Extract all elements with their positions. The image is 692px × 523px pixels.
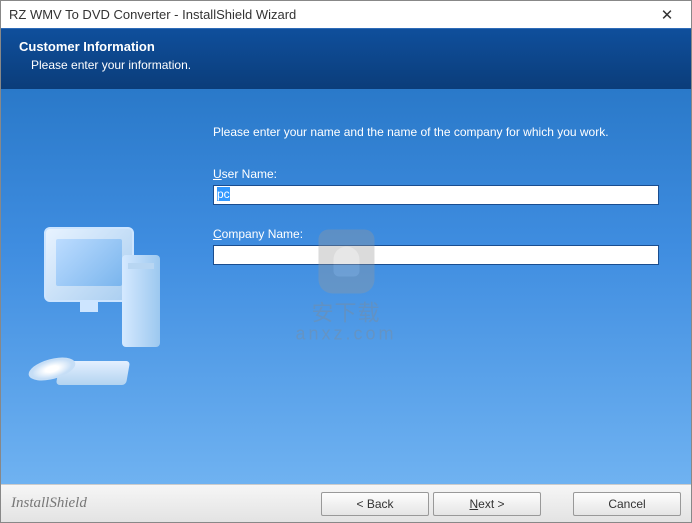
user-name-input[interactable]: pc — [213, 185, 659, 205]
wizard-footer: InstallShield < Back Next > Cancel — [1, 484, 691, 522]
titlebar: RZ WMV To DVD Converter - InstallShield … — [1, 1, 691, 29]
back-button[interactable]: < Back — [321, 492, 429, 516]
footer-brand: InstallShield — [11, 495, 87, 512]
close-button[interactable]: ✕ — [649, 4, 685, 26]
header-title: Customer Information — [19, 39, 673, 54]
sidebar — [1, 89, 191, 484]
close-icon: ✕ — [661, 6, 674, 24]
window-title: RZ WMV To DVD Converter - InstallShield … — [9, 7, 296, 22]
next-button[interactable]: Next > — [433, 492, 541, 516]
company-name-label: Company Name: — [213, 227, 659, 241]
cancel-button[interactable]: Cancel — [573, 492, 681, 516]
computer-illustration-icon — [26, 227, 166, 387]
user-name-label: User Name: — [213, 167, 659, 181]
wizard-body: Please enter your name and the name of t… — [1, 89, 691, 484]
wizard-header: Customer Information Please enter your i… — [1, 29, 691, 89]
header-subtitle: Please enter your information. — [31, 58, 673, 72]
instruction-text: Please enter your name and the name of t… — [213, 125, 659, 139]
main-panel: Please enter your name and the name of t… — [191, 89, 691, 484]
company-name-input[interactable] — [213, 245, 659, 265]
